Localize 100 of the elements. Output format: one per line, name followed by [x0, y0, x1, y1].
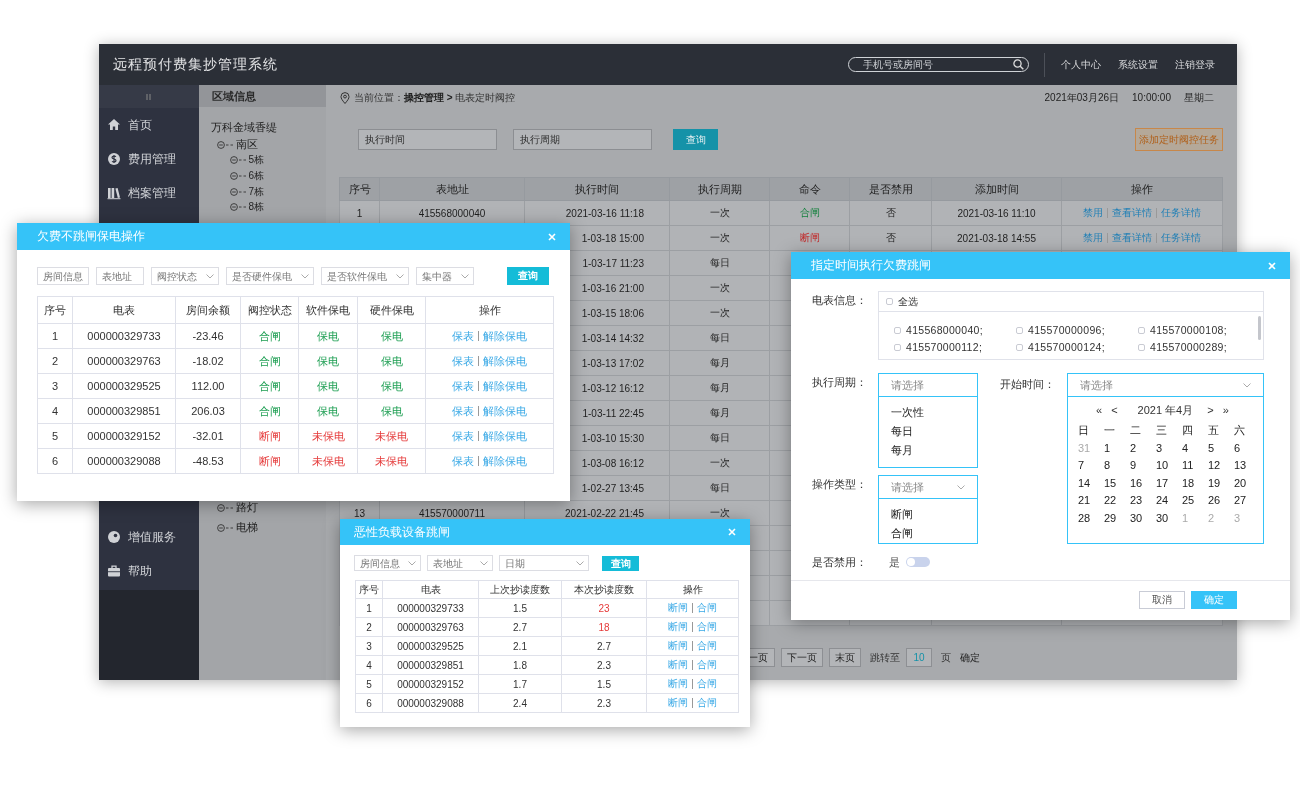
input-field[interactable]: 执行时间: [358, 129, 497, 150]
calendar-day[interactable]: 20: [1232, 474, 1258, 492]
tree-item[interactable]: 电梯: [235, 520, 258, 536]
dropdown-option[interactable]: 每月: [891, 441, 977, 460]
checkbox[interactable]: [894, 326, 901, 334]
checkbox[interactable]: [894, 343, 901, 351]
page-button[interactable]: 下一页: [781, 648, 823, 667]
table-cell: 1-03-15 18:06: [581, 307, 644, 319]
calendar-day[interactable]: 14: [1076, 474, 1102, 492]
filter-field[interactable]: 表地址: [427, 555, 493, 571]
close-button[interactable]: [1268, 261, 1276, 270]
calendar-nav-button[interactable]: «: [1096, 404, 1103, 416]
sidebar-handle[interactable]: [99, 85, 199, 108]
calendar-day[interactable]: 21: [1076, 492, 1102, 510]
weekday-label: 一: [1103, 423, 1116, 438]
calendar-day[interactable]: 6: [1232, 439, 1258, 457]
calendar-day[interactable]: 22: [1102, 492, 1128, 510]
status-text: 保电: [317, 404, 339, 417]
sidebar-item[interactable]: 帮助: [99, 554, 199, 588]
calendar-day[interactable]: 29: [1102, 509, 1128, 527]
dropdown-option[interactable]: 断闸: [891, 505, 977, 524]
calendar-day[interactable]: 25: [1180, 492, 1206, 510]
filter-field[interactable]: 集中器: [416, 267, 474, 285]
tree-item[interactable]: 6栋: [248, 169, 265, 183]
calendar-day[interactable]: 2: [1128, 439, 1154, 457]
filter-field[interactable]: 房间信息: [37, 267, 89, 285]
filter-field[interactable]: 表地址: [96, 267, 144, 285]
calendar-day[interactable]: 13: [1232, 457, 1258, 475]
calendar-day[interactable]: 8: [1102, 457, 1128, 475]
checkbox[interactable]: [1138, 326, 1145, 334]
tree-item[interactable]: 南区: [235, 137, 258, 153]
checkbox[interactable]: [1016, 326, 1023, 334]
calendar-day[interactable]: 7: [1076, 457, 1102, 475]
tree-item[interactable]: 7栋: [248, 184, 265, 199]
calendar-day[interactable]: 23: [1128, 492, 1154, 510]
calendar-day[interactable]: 16: [1128, 474, 1154, 492]
nav-link[interactable]: 个人中心: [1061, 57, 1101, 72]
sidebar-item[interactable]: 档案管理: [99, 176, 199, 210]
calendar-day[interactable]: 4: [1180, 439, 1206, 457]
calendar-day[interactable]: 3: [1154, 439, 1180, 457]
calendar-day[interactable]: 27: [1232, 492, 1258, 510]
search-field[interactable]: 手机号或房间号: [848, 57, 1029, 72]
calendar-nav-button[interactable]: <: [1111, 404, 1118, 416]
tree-item[interactable]: 路灯: [235, 500, 258, 516]
column-header: 是否禁用: [849, 177, 932, 201]
scrollbar[interactable]: [1258, 316, 1261, 340]
close-button[interactable]: [728, 528, 736, 536]
input-field[interactable]: 执行周期: [513, 129, 652, 150]
tree-item[interactable]: 5栋: [248, 153, 265, 168]
nav-link[interactable]: 注销登录: [1175, 57, 1215, 72]
calendar-day[interactable]: 26: [1206, 492, 1232, 510]
calendar-day[interactable]: 30: [1128, 509, 1154, 527]
dropdown-panel[interactable]: 请选择 « < 2021 年4月 > » 日 一 二 三 四 五 六 31 1 2 3 4 5 6 7 8 9 10 11 12 13 14 15 16 17 18 19 20 21 22 23 24 25 26 27 28 29 30 30 1 2 3: [1067, 373, 1264, 544]
toggle-switch[interactable]: [906, 557, 930, 567]
nav-link[interactable]: 系统设置: [1118, 57, 1158, 72]
search-icon: [1013, 59, 1024, 70]
filter-field[interactable]: 是否硬件保电: [226, 267, 314, 285]
status-text: 未保电: [311, 454, 345, 467]
calendar-day[interactable]: 11: [1180, 457, 1206, 475]
toggle-label: 是: [889, 554, 900, 570]
dropdown-option[interactable]: 每日: [891, 422, 977, 441]
dropdown-panel[interactable]: 请选择 一次性 每日 每月: [878, 373, 978, 468]
confirm-link[interactable]: 确定: [960, 650, 980, 665]
checkbox[interactable]: [886, 298, 893, 305]
calendar-day[interactable]: 15: [1102, 474, 1128, 492]
calendar-day[interactable]: 12: [1206, 457, 1232, 475]
calendar-day[interactable]: 10: [1154, 457, 1180, 475]
close-button[interactable]: [548, 232, 556, 241]
tree-item[interactable]: 万科金域香缇: [210, 120, 326, 135]
calendar-day[interactable]: 18: [1180, 474, 1206, 492]
dropdown-option[interactable]: 一次性: [891, 403, 977, 422]
table-cell: 1-03-10 15:30: [581, 432, 644, 444]
calendar-nav-button[interactable]: »: [1222, 404, 1229, 416]
table-cell: 1-03-18 15:00: [581, 232, 644, 244]
filter-field[interactable]: 房间信息: [354, 555, 421, 571]
filter-field[interactable]: 阀控状态: [151, 267, 219, 285]
page-unit-label: 页: [941, 650, 951, 665]
sidebar-item[interactable]: 首页: [99, 108, 199, 142]
checkbox[interactable]: [1138, 343, 1145, 351]
filter-field[interactable]: 日期: [499, 555, 589, 571]
tree-node-icon: [229, 202, 248, 213]
sidebar-item[interactable]: 增值服务: [99, 520, 199, 554]
page-button[interactable]: 末页: [829, 648, 861, 667]
filter-field[interactable]: 是否软件保电: [321, 267, 409, 285]
calendar-day[interactable]: 9: [1128, 457, 1154, 475]
calendar-day[interactable]: 1: [1102, 439, 1128, 457]
command-text: 合闸: [799, 207, 820, 218]
checkbox[interactable]: [1016, 343, 1023, 351]
calendar-day[interactable]: 17: [1154, 474, 1180, 492]
dropdown-panel[interactable]: 请选择 断闸 合闸: [878, 475, 978, 544]
calendar-day[interactable]: 19: [1206, 474, 1232, 492]
sidebar-item[interactable]: 费用管理: [99, 142, 199, 176]
calendar-day[interactable]: 28: [1076, 509, 1102, 527]
calendar-day[interactable]: 5: [1206, 439, 1232, 457]
calendar-day[interactable]: 24: [1154, 492, 1180, 510]
dropdown-option[interactable]: 合闸: [891, 524, 977, 543]
calendar-nav-button[interactable]: >: [1207, 404, 1214, 416]
calendar-day[interactable]: 30: [1154, 509, 1180, 527]
tree-item[interactable]: 8栋: [248, 200, 265, 215]
cancel-button[interactable]: 取消: [1139, 591, 1185, 609]
